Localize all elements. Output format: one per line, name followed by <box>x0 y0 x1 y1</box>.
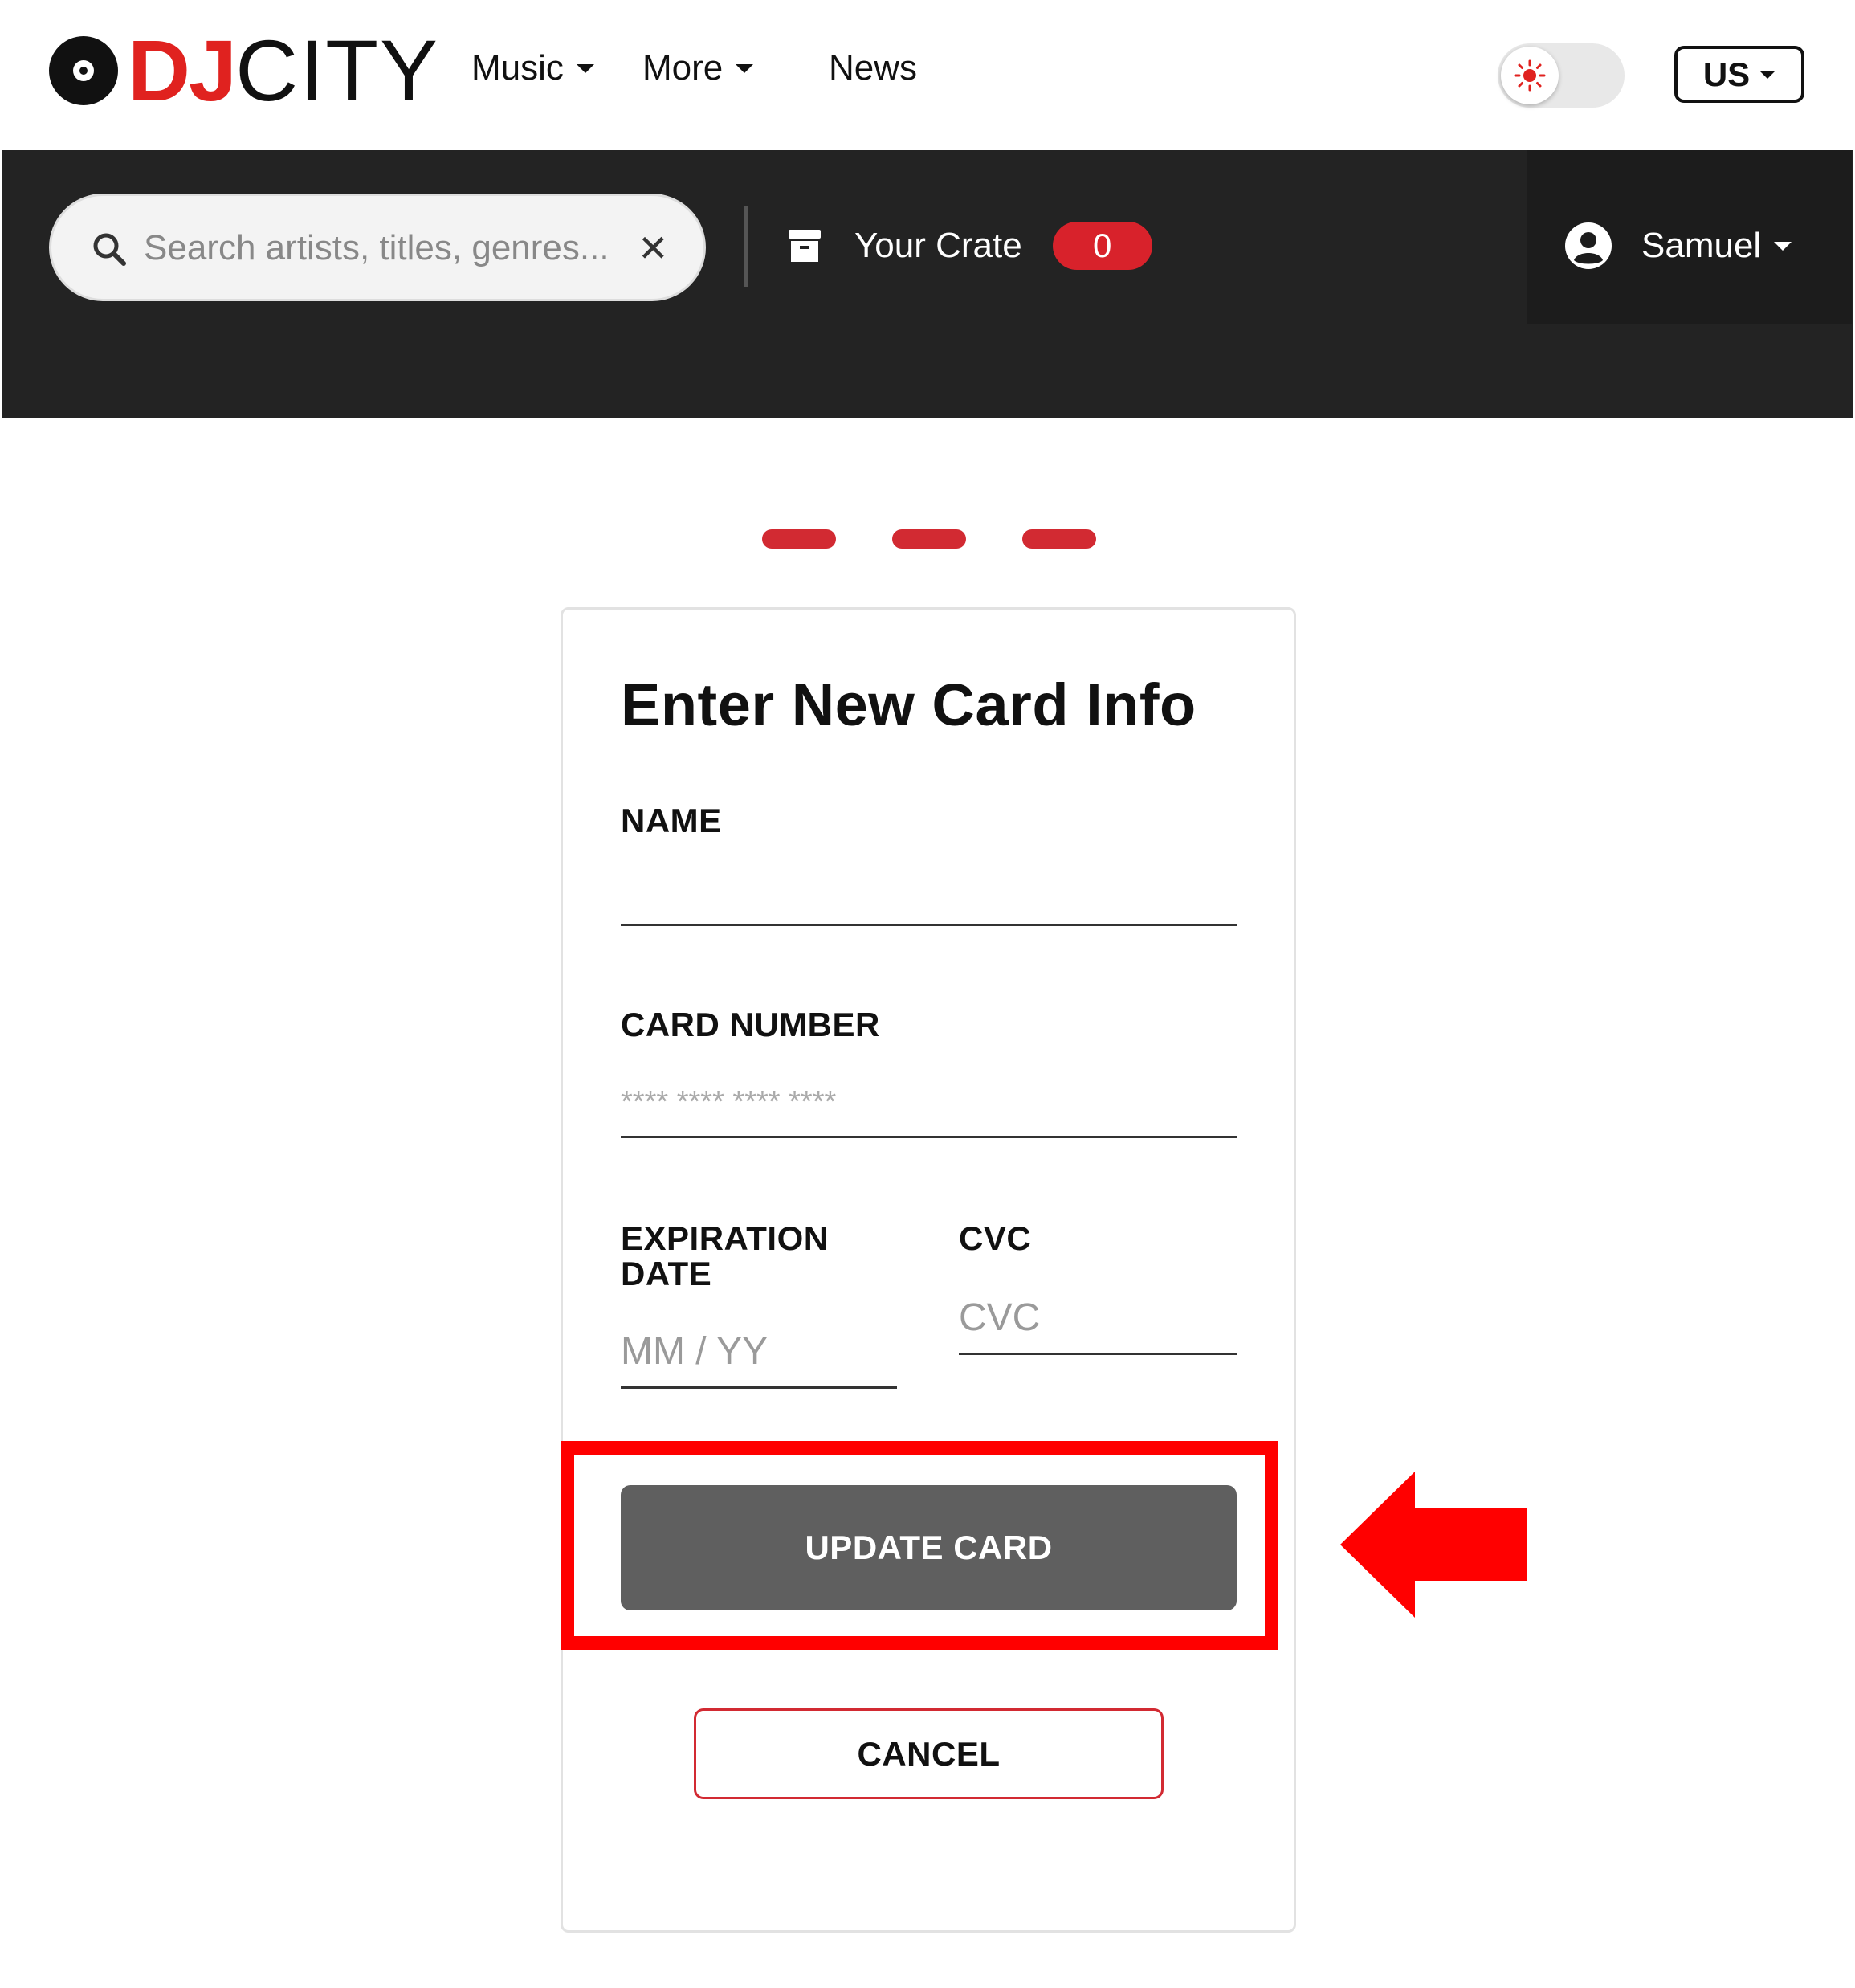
nav-more[interactable]: More <box>642 48 754 88</box>
nav-news[interactable]: News <box>829 48 917 88</box>
expiration-date-label: EXPIRATION DATE <box>621 1219 829 1292</box>
caret-down-icon <box>576 63 594 73</box>
cvc-field[interactable] <box>959 1282 1237 1355</box>
card-number-field[interactable] <box>621 1068 1237 1138</box>
nav-more-label: More <box>642 48 724 88</box>
cvc-label: CVC <box>959 1219 1032 1257</box>
caret-down-icon <box>736 63 754 73</box>
nav-music[interactable]: Music <box>471 48 594 88</box>
region-label: US <box>1702 55 1751 93</box>
user-avatar-icon <box>1565 222 1612 269</box>
crate-count-badge: 0 <box>1052 222 1152 270</box>
your-crate-button[interactable]: Your Crate 0 <box>789 222 1152 270</box>
card-number-label: CARD NUMBER <box>621 1006 880 1043</box>
toolbar-divider <box>744 206 748 287</box>
region-select[interactable]: US <box>1674 46 1804 103</box>
caret-down-icon <box>1759 70 1776 79</box>
step-indicator <box>762 529 836 549</box>
nav-music-label: Music <box>471 48 564 88</box>
djcity-logo[interactable]: DJCITY <box>49 22 440 119</box>
crate-label: Your Crate <box>854 226 1022 265</box>
logo-text: DJCITY <box>128 22 440 119</box>
search-bar[interactable]: ✕ <box>49 194 706 301</box>
pointer-arrow-icon <box>1340 1472 1527 1618</box>
step-indicator <box>892 529 966 549</box>
cancel-button[interactable]: CANCEL <box>694 1708 1164 1799</box>
name-label: NAME <box>621 802 722 839</box>
search-icon <box>93 233 126 266</box>
user-name: Samuel <box>1641 226 1762 265</box>
name-field[interactable] <box>621 851 1237 926</box>
theme-toggle[interactable] <box>1498 43 1625 108</box>
top-nav: DJCITY Music More News US <box>0 0 1855 150</box>
record-disc-icon <box>49 36 118 105</box>
expiration-date-field[interactable] <box>621 1316 897 1389</box>
page-title: Enter New Card Info <box>621 672 1197 738</box>
update-card-button[interactable]: UPDATE CARD <box>621 1485 1237 1610</box>
nav-news-label: News <box>829 48 918 88</box>
archive-box-icon <box>789 230 821 262</box>
step-indicator <box>1022 529 1096 549</box>
sun-icon <box>1501 47 1559 104</box>
close-icon[interactable]: ✕ <box>638 230 669 267</box>
user-menu[interactable]: Samuel <box>1564 222 1792 270</box>
caret-down-icon <box>1774 241 1792 251</box>
search-input[interactable] <box>142 222 627 275</box>
